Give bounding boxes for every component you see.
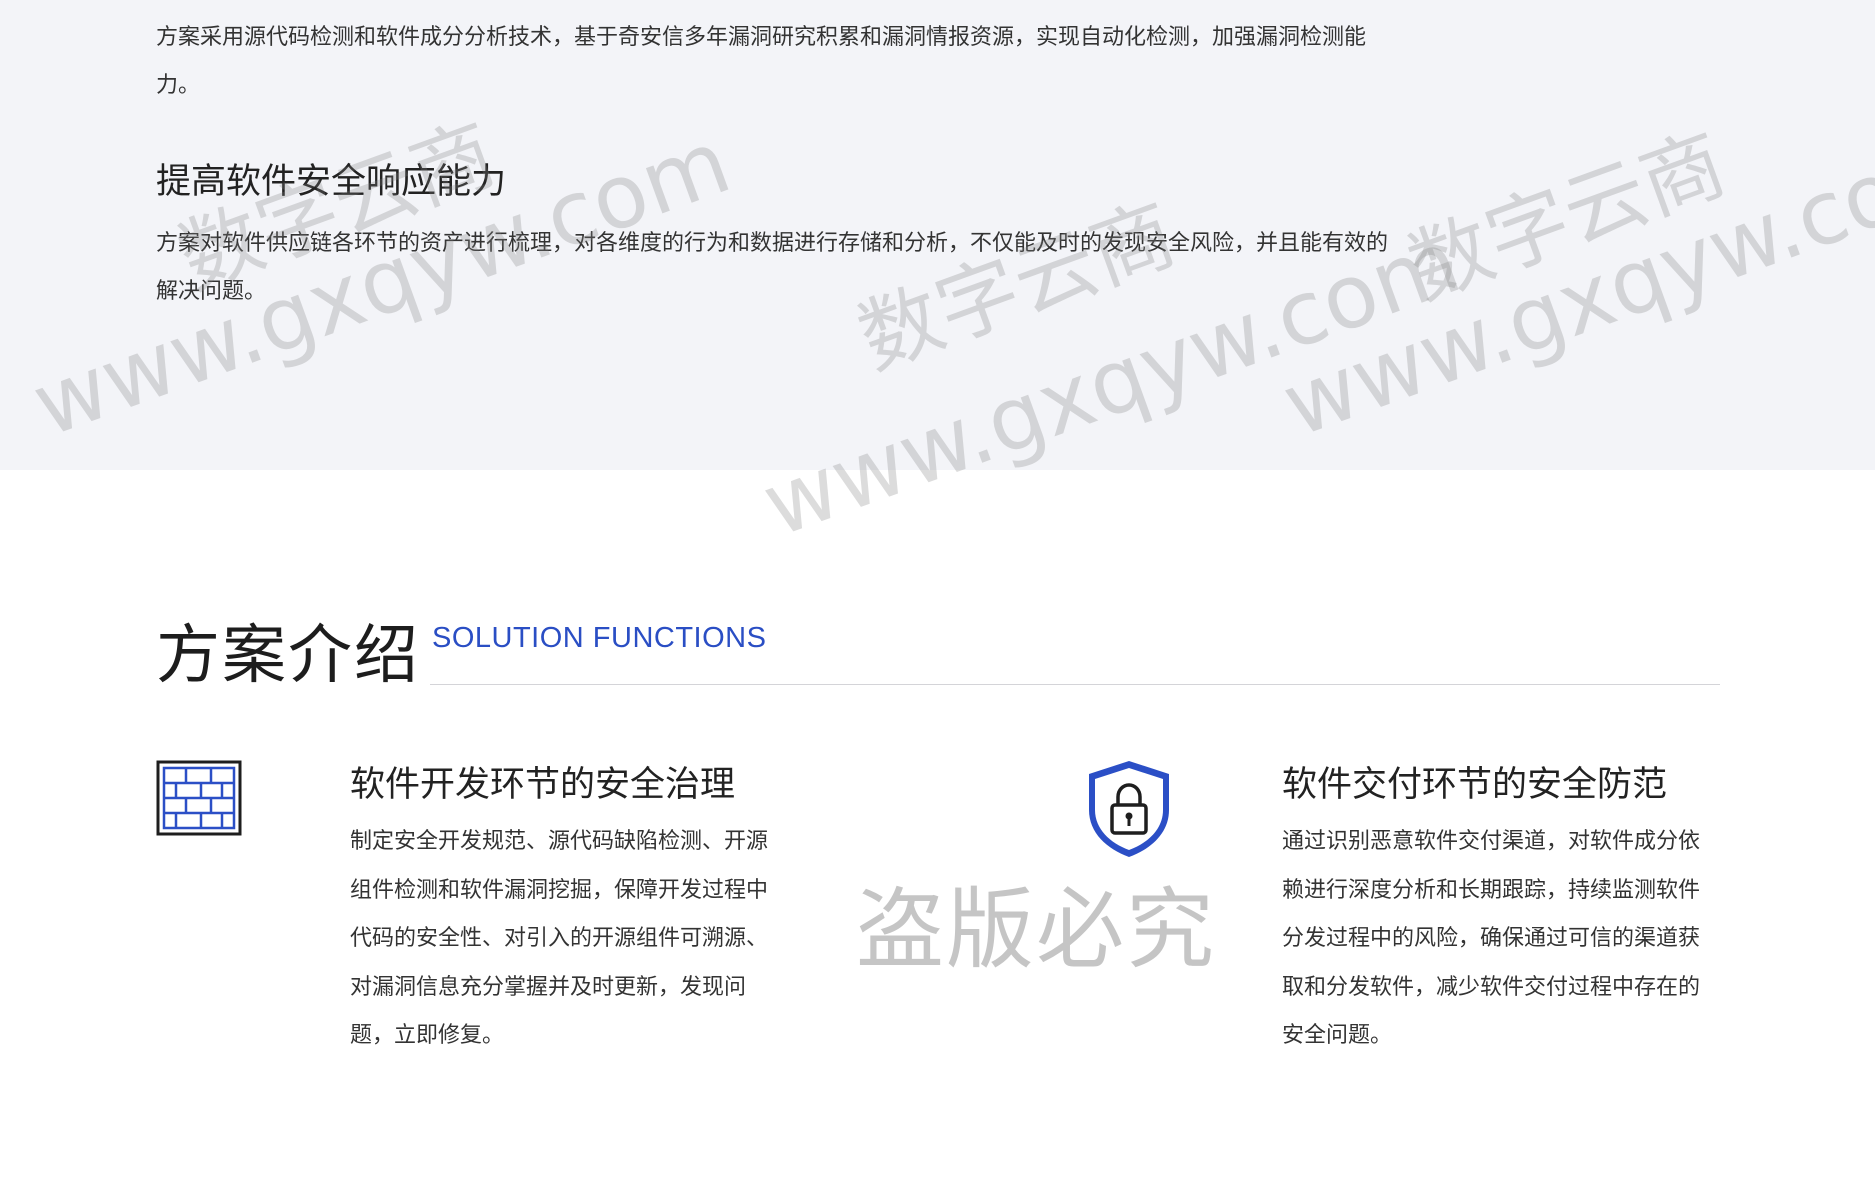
watermark-stamp: 盗版必究 [856, 878, 1217, 981]
feature-desc-dev: 制定安全开发规范、源代码缺陷检测、开源组件检测和软件漏洞挖掘，保障开发过程中代码… [350, 829, 769, 1048]
section-divider [430, 684, 1720, 685]
intro-heading-2: 提高软件安全响应能力 [156, 162, 507, 202]
intro-paragraph-1: 方案采用源代码检测和软件成分分析技术，基于奇安信多年漏洞研究积累和漏洞情报资源，… [156, 25, 1367, 98]
section-subtitle: SOLUTION FUNCTIONS [432, 622, 767, 654]
section-title: 方案介绍 [156, 619, 420, 693]
brick-wall-icon [156, 760, 242, 836]
intro-paragraph-2: 方案对软件供应链各环节的资产进行梳理，对各维度的行为和数据进行存储和分析，不仅能… [156, 231, 1389, 304]
feature-desc-delivery: 通过识别恶意软件交付渠道，对软件成分依赖进行深度分析和长期跟踪，持续监测软件分发… [1282, 829, 1701, 1048]
shield-lock-icon [1086, 758, 1172, 860]
feature-title-delivery: 软件交付环节的安全防范 [1282, 765, 1668, 805]
feature-title-dev: 软件开发环节的安全治理 [350, 765, 736, 805]
